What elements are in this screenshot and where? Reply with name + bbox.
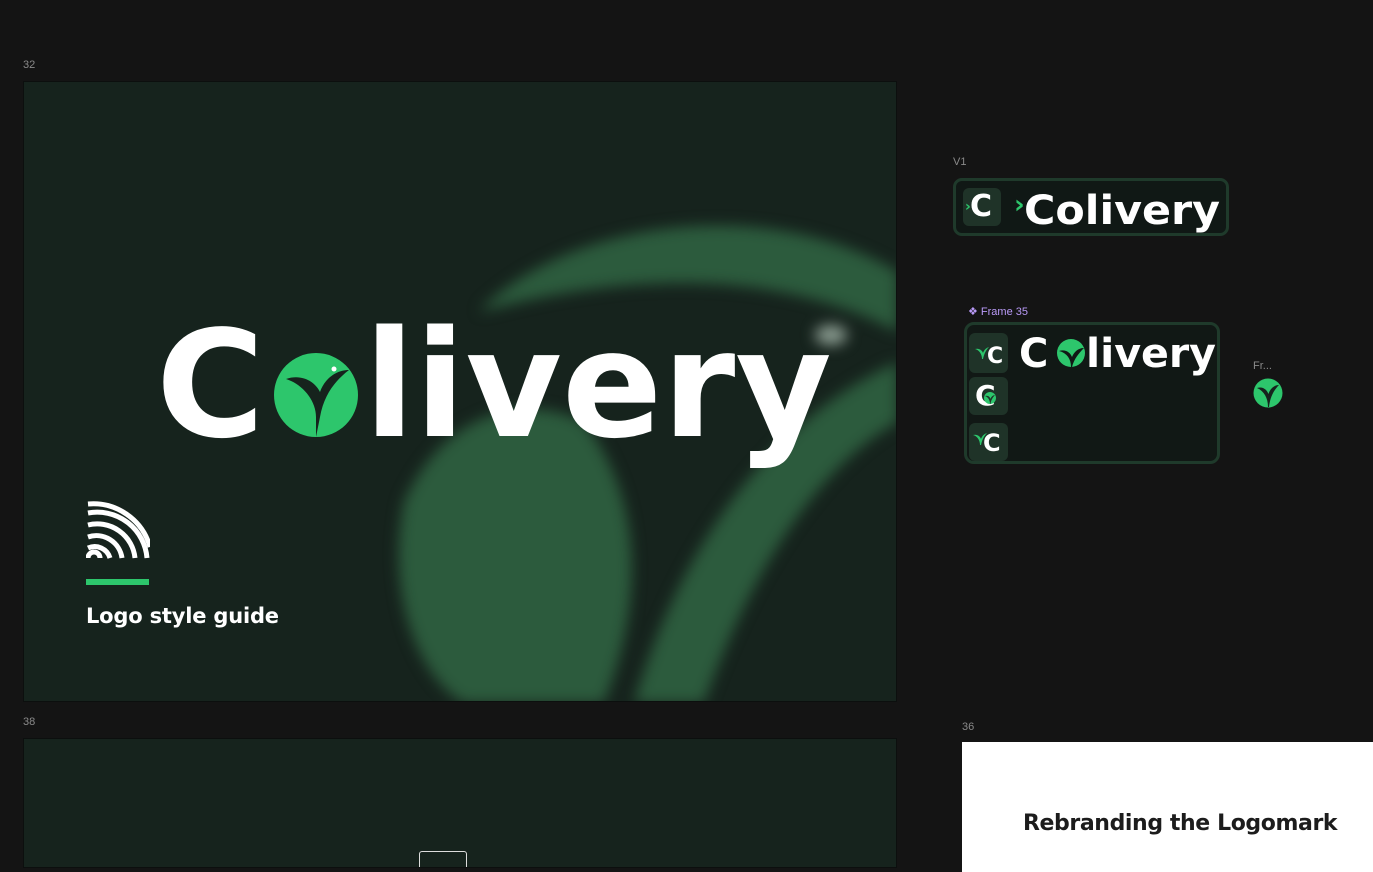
rebrand-title: Rebranding the Logomark [1023, 811, 1338, 836]
guide-title: Logo style guide [86, 604, 279, 628]
wordmark-right: livery [364, 299, 832, 471]
frame-label-35[interactable]: ❖ Frame 35 [968, 305, 1028, 318]
wordmark-left: C [156, 299, 265, 471]
icon-variant-1: C [969, 333, 1008, 373]
frame-logo-style-guide[interactable]: C livery Logo style guide [23, 81, 897, 702]
frame-35[interactable]: C C C C livery [964, 322, 1220, 464]
chevron-icon: › [965, 199, 971, 215]
frame-38[interactable] [23, 738, 897, 868]
svg-text:livery: livery [1086, 331, 1216, 377]
frame-v1[interactable]: C › › Colivery [953, 178, 1229, 236]
frame-label-32[interactable]: 32 [23, 59, 35, 71]
frame-label-fr[interactable]: Fr... [1253, 360, 1272, 372]
icon-variant-3: C [969, 423, 1008, 461]
frame35-wordmark: C livery [1019, 331, 1216, 377]
leaf-bird-icon [274, 353, 358, 437]
svg-text:C: C [1019, 331, 1048, 377]
tile-letter: C [970, 189, 993, 224]
leaf-bird-icon[interactable] [1253, 378, 1283, 408]
frame-rebranding[interactable]: Rebranding the Logomark [962, 742, 1373, 872]
frame-label-v1[interactable]: V1 [953, 156, 966, 168]
leaf-bird-icon [975, 347, 989, 359]
frame-label-36[interactable]: 36 [962, 721, 974, 733]
icon-variant-2: C [969, 377, 1008, 415]
frame-label-38[interactable]: 38 [23, 716, 35, 728]
v1-wordmark: Colivery [1024, 188, 1220, 234]
accent-underline [86, 579, 149, 585]
leaf-bird-icon [984, 392, 996, 404]
leaf-bird-icon [973, 433, 987, 445]
leaf-bird-icon [1057, 339, 1085, 367]
concentric-arcs-icon [86, 501, 150, 559]
app-icon-tile: C › [963, 188, 1001, 226]
svg-text:Colivery: Colivery [1024, 188, 1220, 234]
canvas[interactable]: { "frames": { "f32": { "label": "32", "w… [0, 0, 1373, 872]
